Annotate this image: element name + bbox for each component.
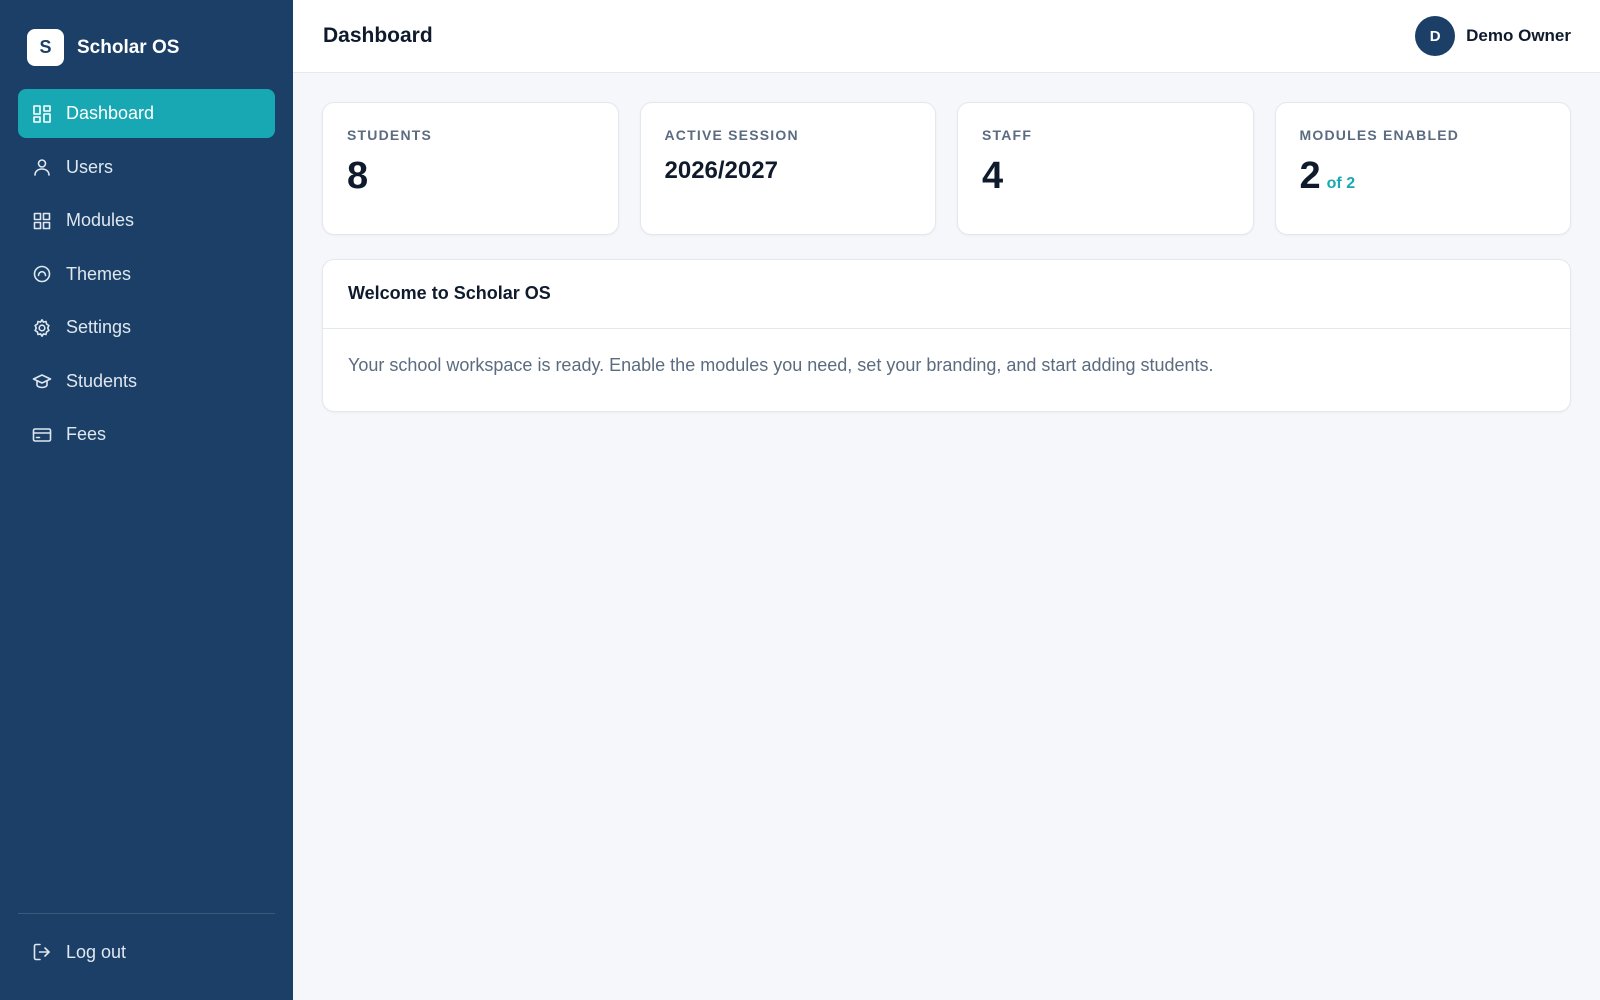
logout-button[interactable]: Log out <box>18 928 275 976</box>
stat-label: Staff <box>982 127 1033 143</box>
brand-logo: S <box>27 29 64 66</box>
sidebar-item-users[interactable]: Users <box>18 143 275 192</box>
avatar: D <box>1415 16 1456 56</box>
stat-label: Modules Enabled <box>1299 127 1460 143</box>
sidebar-nav: Dashboard Users Modules Themes Settings <box>18 89 275 464</box>
stat-card-modules-enabled: Modules Enabled 2 of 2 <box>1274 102 1571 235</box>
stat-value: 2 <box>1299 155 1321 197</box>
sidebar-item-modules[interactable]: Modules <box>18 196 275 245</box>
gear-icon <box>31 317 53 339</box>
stats-row: Students 8 Active Session 2026/2027 Staf… <box>322 102 1571 235</box>
sidebar-item-label: Users <box>66 156 114 177</box>
sidebar-item-label: Modules <box>66 210 135 230</box>
logout-icon <box>31 941 53 963</box>
sidebar-item-label: Students <box>66 370 138 391</box>
stat-sub: of 2 <box>1326 175 1356 192</box>
graduation-cap-icon <box>31 370 53 392</box>
page-title: Dashboard <box>323 24 433 47</box>
brand[interactable]: S Scholar OS <box>27 29 179 66</box>
stat-card-active-session: Active Session 2026/2027 <box>639 102 936 235</box>
logout-label: Log out <box>66 941 127 962</box>
user-icon <box>31 156 53 178</box>
sidebar: S Scholar OS Dashboard Users Modules The… <box>0 0 293 1000</box>
sidebar-divider <box>18 913 275 914</box>
dashboard-icon <box>31 103 53 125</box>
brand-name: Scholar OS <box>77 36 180 58</box>
sidebar-item-settings[interactable]: Settings <box>18 303 275 352</box>
stat-value: 4 <box>982 155 1004 197</box>
user-menu[interactable]: D Demo Owner <box>1415 16 1571 56</box>
sidebar-item-dashboard[interactable]: Dashboard <box>18 89 275 138</box>
stat-value: 2026/2027 <box>664 157 778 184</box>
topbar: Dashboard D Demo Owner <box>293 0 1600 73</box>
sidebar-item-label: Settings <box>66 317 132 337</box>
sidebar-item-themes[interactable]: Themes <box>18 250 275 299</box>
themes-icon <box>31 263 53 285</box>
stat-card-staff: Staff 4 <box>957 102 1254 235</box>
stat-value-group: 2 of 2 <box>1300 157 1547 195</box>
sidebar-item-label: Themes <box>66 263 132 284</box>
welcome-body: Your school workspace is ready. Enable t… <box>348 355 1214 375</box>
credit-card-icon <box>31 424 53 446</box>
welcome-title: Welcome to Scholar OS <box>323 260 1570 329</box>
sidebar-item-fees[interactable]: Fees <box>18 410 275 459</box>
user-name: Demo Owner <box>1466 26 1571 45</box>
welcome-card: Welcome to Scholar OS Your school worksp… <box>322 259 1571 412</box>
stat-value: 8 <box>347 155 369 197</box>
stat-card-students: Students 8 <box>322 102 619 235</box>
modules-grid-icon <box>31 210 53 232</box>
sidebar-item-label: Dashboard <box>66 103 155 123</box>
sidebar-item-students[interactable]: Students <box>18 357 275 406</box>
stat-label: Active Session <box>664 127 799 143</box>
sidebar-item-label: Fees <box>66 424 107 444</box>
stat-label: Students <box>347 127 433 143</box>
